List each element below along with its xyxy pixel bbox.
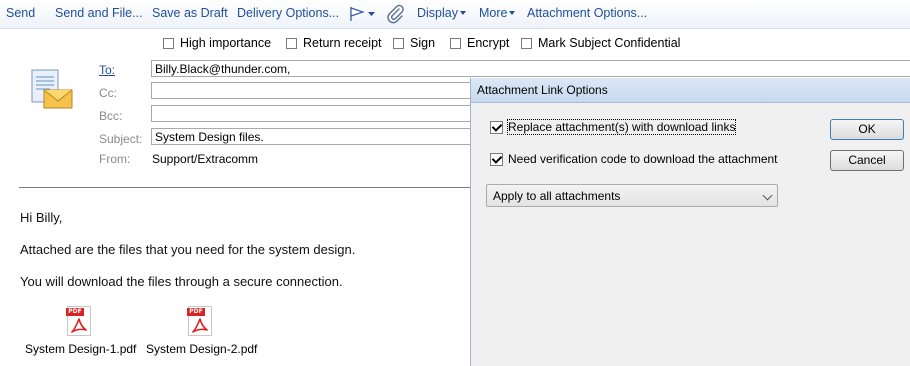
verification-code-checkbox[interactable] [490, 152, 503, 166]
sign-checkbox[interactable] [393, 37, 404, 49]
return-receipt-option[interactable]: Return receipt [286, 35, 382, 51]
sign-option[interactable]: Sign [393, 35, 435, 51]
more-menu[interactable]: More [479, 6, 516, 20]
pdf-tag: PDF [66, 308, 84, 316]
to-field[interactable]: Billy.Black@thunder.com, [151, 60, 910, 77]
ok-button[interactable]: OK [830, 119, 904, 140]
flag-icon [350, 7, 375, 21]
encrypt-label: Encrypt [467, 36, 510, 50]
chevron-down-icon [460, 11, 466, 15]
chevron-down-icon [762, 190, 773, 201]
pdf-tag: PDF [187, 308, 205, 316]
cancel-button[interactable]: Cancel [830, 150, 904, 171]
attach-button[interactable] [386, 4, 406, 24]
encrypt-checkbox[interactable] [450, 37, 461, 49]
dialog-title: Attachment Link Options [477, 83, 608, 97]
encrypt-option[interactable]: Encrypt [450, 35, 509, 51]
cc-label: Cc: [99, 86, 117, 100]
attachment-link-options-dialog: Attachment Link Options Replace attachme… [470, 78, 910, 366]
high-importance-option[interactable]: High importance [163, 35, 271, 51]
toolbar: Send Send and File... Save as Draft Deli… [0, 0, 910, 29]
replace-attachments-label: Replace attachment(s) with download link… [506, 119, 737, 135]
replace-attachments-option[interactable]: Replace attachment(s) with download link… [490, 119, 737, 135]
apply-to-select[interactable]: Apply to all attachments [486, 184, 778, 207]
verification-code-label: Need verification code to download the a… [508, 152, 778, 166]
pdf-file-icon[interactable]: PDF [66, 306, 91, 336]
send-button[interactable]: Send [6, 6, 35, 20]
from-label: From: [99, 152, 131, 166]
save-as-draft-button[interactable]: Save as Draft [152, 6, 228, 20]
delivery-options-button[interactable]: Delivery Options... [237, 6, 339, 20]
replace-attachments-checkbox[interactable] [490, 120, 503, 134]
memo-envelope-icon [30, 68, 76, 114]
paperclip-icon [387, 4, 404, 24]
verification-code-option[interactable]: Need verification code to download the a… [490, 152, 778, 166]
body-greeting: Hi Billy, [20, 210, 63, 225]
send-and-file-button[interactable]: Send and File... [55, 6, 143, 20]
attachment-name-2[interactable]: System Design-2.pdf [146, 342, 257, 356]
display-menu[interactable]: Display [417, 6, 466, 20]
chevron-down-icon [509, 11, 516, 15]
return-receipt-checkbox[interactable] [286, 37, 297, 49]
body-line-2: You will download the files through a se… [20, 274, 343, 289]
apply-to-select-value: Apply to all attachments [493, 189, 621, 203]
high-importance-label: High importance [180, 36, 272, 50]
attachment-name-1[interactable]: System Design-1.pdf [25, 342, 136, 356]
more-label: More [479, 6, 508, 20]
mark-subject-confidential-checkbox[interactable] [521, 37, 532, 49]
attachment-options-button[interactable]: Attachment Options... [527, 6, 647, 20]
return-receipt-label: Return receipt [303, 36, 382, 50]
from-value: Support/Extracomm [152, 152, 259, 166]
dialog-title-bar[interactable]: Attachment Link Options [471, 78, 910, 103]
header-separator [19, 187, 479, 188]
sign-label: Sign [410, 36, 436, 50]
subject-label: Subject: [99, 132, 143, 146]
mark-subject-confidential-option[interactable]: Mark Subject Confidential [521, 35, 680, 51]
pdf-file-icon[interactable]: PDF [187, 306, 212, 336]
high-importance-checkbox[interactable] [163, 37, 174, 49]
bcc-label: Bcc: [99, 109, 123, 123]
display-label: Display [417, 6, 458, 20]
follow-up-flag-button[interactable] [348, 5, 376, 23]
to-label[interactable]: To: [99, 63, 115, 77]
body-line-1: Attached are the files that you need for… [20, 242, 356, 257]
mark-subject-confidential-label: Mark Subject Confidential [538, 36, 681, 50]
